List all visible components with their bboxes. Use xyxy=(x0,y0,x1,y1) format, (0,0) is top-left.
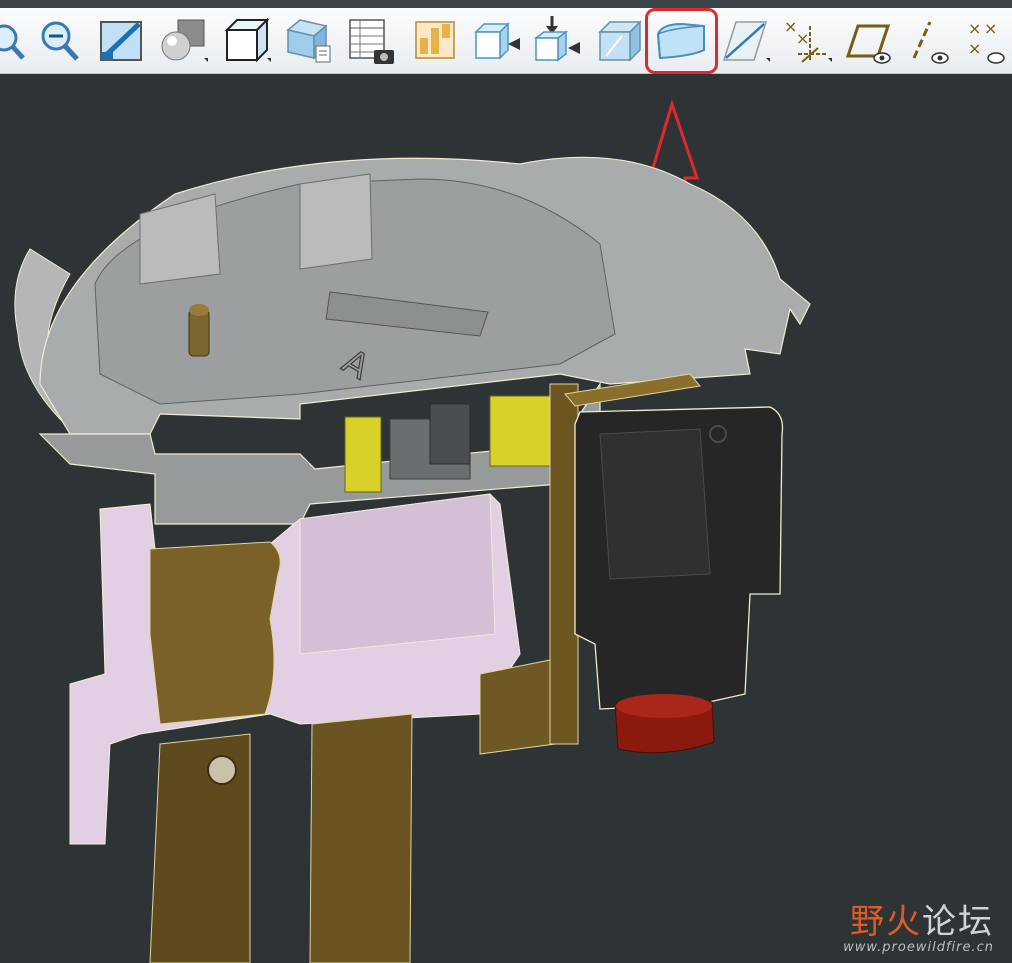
plane-display-icon xyxy=(845,24,891,64)
brass-pin xyxy=(188,309,210,357)
datum-axis-csys-button[interactable]: × × xyxy=(780,14,836,68)
svg-text:×: × xyxy=(968,19,981,38)
cad-model-render: A xyxy=(14,99,811,963)
gray-insert xyxy=(429,403,471,465)
brass-strip xyxy=(549,383,579,745)
zoom-out-icon xyxy=(41,21,79,61)
layers-button[interactable] xyxy=(406,14,462,68)
brass-plate xyxy=(479,658,556,755)
datum-plane-button[interactable] xyxy=(718,14,774,68)
blade-hole xyxy=(207,755,237,785)
repaint-icon xyxy=(100,21,142,61)
layers-icon xyxy=(415,21,455,59)
appearance-table-icon xyxy=(349,19,394,64)
watermark-url: www.proewildfire.cn xyxy=(843,940,994,955)
brass-blade-right xyxy=(309,713,413,963)
watermark-title-accent: 野火 xyxy=(850,902,922,942)
move-component-button[interactable] xyxy=(530,14,586,68)
zoom-in-icon xyxy=(0,24,25,60)
model-viewport[interactable]: A xyxy=(0,74,1012,963)
extrude-left-icon xyxy=(474,22,520,60)
view-manager-icon xyxy=(286,19,331,63)
transparent-box-icon xyxy=(598,20,642,62)
window-top-strip xyxy=(0,0,1012,8)
housing-wall xyxy=(299,173,373,270)
zoom-in-button[interactable] xyxy=(0,14,34,68)
appearance-table-button[interactable] xyxy=(344,14,400,68)
named-view-icon xyxy=(224,17,271,63)
svg-text:×: × xyxy=(968,39,981,58)
shading-button[interactable] xyxy=(156,14,212,68)
move-component-icon xyxy=(533,16,580,62)
watermark-title: 野火论坛 xyxy=(843,904,994,940)
point-display-button[interactable]: × × × xyxy=(962,14,1012,68)
svg-text:×: × xyxy=(984,19,997,38)
shading-icon xyxy=(161,19,208,62)
yellow-contact xyxy=(344,416,382,493)
housing-wall xyxy=(139,193,221,285)
svg-text:×: × xyxy=(796,29,809,48)
pink-carrier-shade xyxy=(299,493,496,655)
named-view-button[interactable] xyxy=(219,14,275,68)
axis-display-button[interactable] xyxy=(904,14,960,68)
watermark-title-rest: 论坛 xyxy=(922,902,994,942)
brass-spring xyxy=(149,541,281,725)
extrude-left-button[interactable] xyxy=(468,14,524,68)
highlight-callout-box xyxy=(645,8,718,74)
view-toolbar: × × × × × xyxy=(0,8,1012,74)
point-display-icon: × × × xyxy=(968,19,1005,64)
yellow-contact xyxy=(489,395,551,467)
view-manager-button[interactable] xyxy=(282,14,338,68)
datum-axis-csys-icon: × × xyxy=(784,17,832,63)
forum-watermark: 野火论坛 www.proewildfire.cn xyxy=(843,904,994,955)
repaint-button[interactable] xyxy=(94,14,150,68)
plane-display-button[interactable] xyxy=(842,14,898,68)
axis-display-icon xyxy=(912,21,949,64)
datum-plane-icon xyxy=(722,21,770,62)
zoom-out-button[interactable] xyxy=(31,14,87,68)
transparent-box-button[interactable] xyxy=(592,14,648,68)
